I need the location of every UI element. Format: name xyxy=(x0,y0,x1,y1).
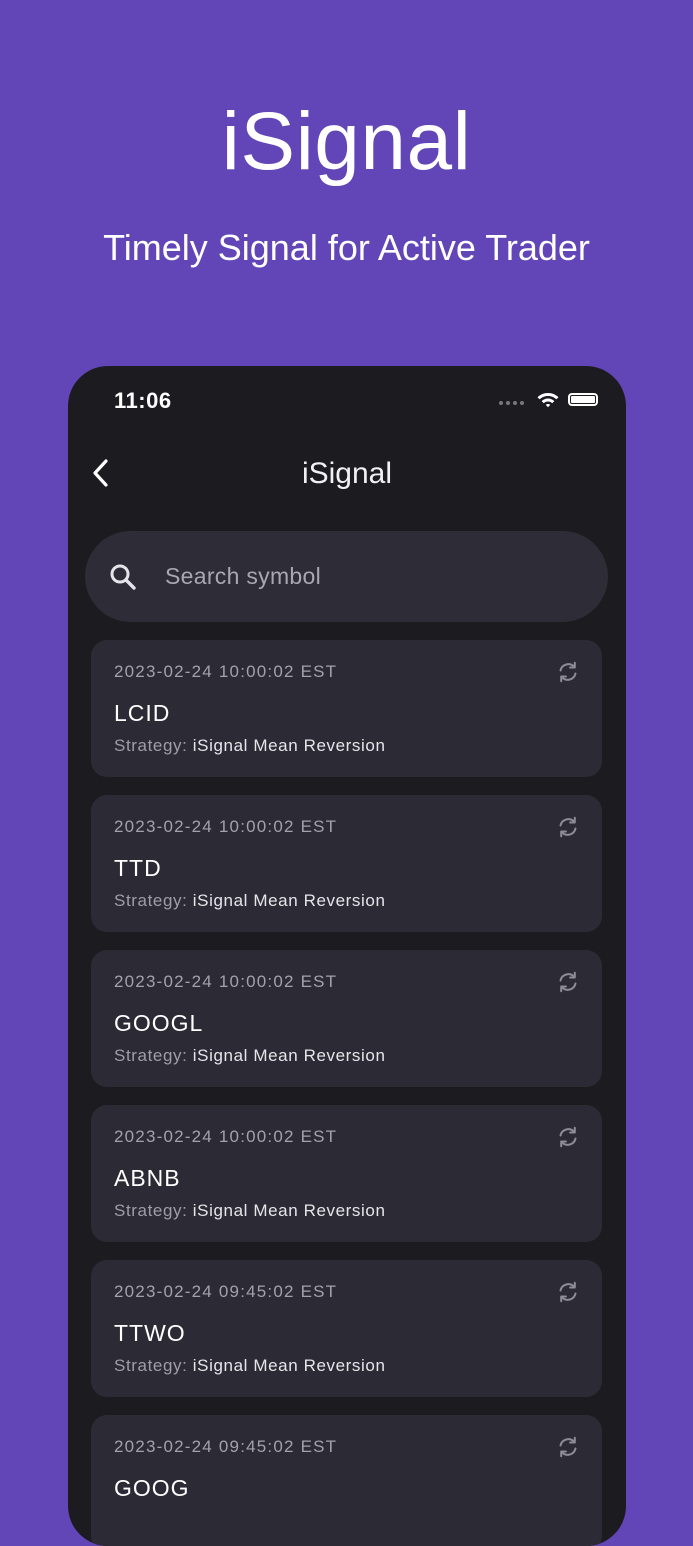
signal-strategy: Strategy: iSignal Mean Reversion xyxy=(114,1356,579,1376)
signal-time: 2023-02-24 10:00:02 EST xyxy=(114,662,338,681)
refresh-icon[interactable] xyxy=(556,815,580,839)
cellular-signal-icon xyxy=(499,401,524,405)
strategy-name: iSignal Mean Reversion xyxy=(192,1046,386,1065)
signal-card[interactable]: 2023-02-24 09:45:02 EST GOOG xyxy=(91,1415,602,1546)
signal-time: 2023-02-24 10:00:02 EST xyxy=(114,972,338,991)
refresh-icon[interactable] xyxy=(556,660,580,684)
strategy-name: iSignal Mean Reversion xyxy=(192,1356,386,1375)
signal-card[interactable]: 2023-02-24 09:45:02 EST TTWO Strategy: i… xyxy=(91,1260,602,1397)
refresh-icon[interactable] xyxy=(556,1435,580,1459)
search-input[interactable] xyxy=(163,562,547,591)
signal-time: 2023-02-24 10:00:02 EST xyxy=(114,1127,338,1146)
signal-card[interactable]: 2023-02-24 10:00:02 EST LCID Strategy: i… xyxy=(91,640,602,777)
refresh-icon[interactable] xyxy=(556,1280,580,1304)
signal-strategy: Strategy: iSignal Mean Reversion xyxy=(114,1201,579,1221)
signal-time: 2023-02-24 09:45:02 EST xyxy=(114,1282,338,1301)
signal-card[interactable]: 2023-02-24 10:00:02 EST GOOGL Strategy: … xyxy=(91,950,602,1087)
strategy-label: Strategy: xyxy=(114,736,193,755)
signal-strategy: Strategy: iSignal Mean Reversion xyxy=(114,736,579,756)
refresh-icon[interactable] xyxy=(556,1125,580,1149)
refresh-icon[interactable] xyxy=(556,970,580,994)
signal-strategy: Strategy: iSignal Mean Reversion xyxy=(114,1046,579,1066)
strategy-name: iSignal Mean Reversion xyxy=(192,736,386,755)
status-time: 11:06 xyxy=(114,388,172,413)
strategy-name: iSignal Mean Reversion xyxy=(192,1201,386,1220)
signal-card[interactable]: 2023-02-24 10:00:02 EST TTD Strategy: iS… xyxy=(91,795,602,932)
strategy-name: iSignal Mean Reversion xyxy=(192,891,386,910)
signal-symbol: LCID xyxy=(114,700,171,726)
page-title: iSignal xyxy=(301,457,393,490)
signal-card[interactable]: 2023-02-24 10:00:02 EST ABNB Strategy: i… xyxy=(91,1105,602,1242)
signal-symbol: GOOG xyxy=(114,1475,190,1501)
strategy-label: Strategy: xyxy=(114,1046,193,1065)
search-icon xyxy=(110,564,136,590)
signal-time: 2023-02-24 10:00:02 EST xyxy=(114,817,338,836)
phone-screen: 11:06 iSignal 2023-02-24 10:00:02 EST LC… xyxy=(68,366,626,1546)
signal-symbol: TTD xyxy=(114,855,162,881)
strategy-label: Strategy: xyxy=(114,891,193,910)
status-icons xyxy=(499,390,598,408)
battery-icon xyxy=(568,392,598,406)
signal-time: 2023-02-24 09:45:02 EST xyxy=(114,1437,338,1456)
signal-symbol: ABNB xyxy=(114,1165,181,1191)
strategy-label: Strategy: xyxy=(114,1201,193,1220)
signal-symbol: GOOGL xyxy=(114,1010,204,1036)
signal-strategy: Strategy: iSignal Mean Reversion xyxy=(114,891,579,911)
signal-list: 2023-02-24 10:00:02 EST LCID Strategy: i… xyxy=(91,640,602,1546)
promo-subtitle: Timely Signal for Active Trader xyxy=(103,227,590,268)
search-bar[interactable] xyxy=(85,531,608,622)
promo-title: iSignal xyxy=(221,96,472,187)
signal-symbol: TTWO xyxy=(114,1320,186,1346)
wifi-icon xyxy=(537,393,559,408)
strategy-label: Strategy: xyxy=(114,1356,193,1375)
